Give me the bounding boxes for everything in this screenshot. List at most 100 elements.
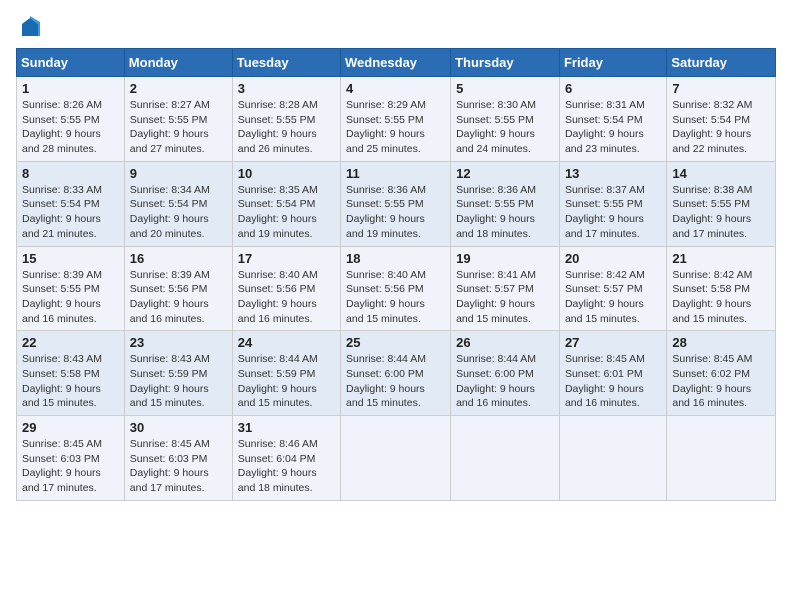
day-details: Sunrise: 8:40 AMSunset: 5:56 PMDaylight:… [346,268,445,327]
day-details: Sunrise: 8:42 AMSunset: 5:58 PMDaylight:… [672,268,770,327]
calendar-day-cell: 12 Sunrise: 8:36 AMSunset: 5:55 PMDaylig… [451,161,560,246]
calendar-table: SundayMondayTuesdayWednesdayThursdayFrid… [16,48,776,501]
calendar-week-row: 8 Sunrise: 8:33 AMSunset: 5:54 PMDayligh… [17,161,776,246]
day-number: 9 [130,166,227,181]
calendar-day-cell: 28 Sunrise: 8:45 AMSunset: 6:02 PMDaylig… [667,331,776,416]
calendar-day-cell: 8 Sunrise: 8:33 AMSunset: 5:54 PMDayligh… [17,161,125,246]
day-details: Sunrise: 8:45 AMSunset: 6:02 PMDaylight:… [672,352,770,411]
calendar-week-row: 15 Sunrise: 8:39 AMSunset: 5:55 PMDaylig… [17,246,776,331]
weekday-header: Wednesday [341,49,451,77]
day-details: Sunrise: 8:45 AMSunset: 6:03 PMDaylight:… [130,437,227,496]
weekday-header: Tuesday [232,49,340,77]
day-number: 27 [565,335,661,350]
day-details: Sunrise: 8:39 AMSunset: 5:56 PMDaylight:… [130,268,227,327]
logo-icon [18,16,42,40]
day-details: Sunrise: 8:39 AMSunset: 5:55 PMDaylight:… [22,268,119,327]
day-details: Sunrise: 8:28 AMSunset: 5:55 PMDaylight:… [238,98,335,157]
day-details: Sunrise: 8:43 AMSunset: 5:59 PMDaylight:… [130,352,227,411]
day-number: 25 [346,335,445,350]
day-number: 4 [346,81,445,96]
day-number: 17 [238,251,335,266]
weekday-header: Saturday [667,49,776,77]
calendar-day-cell: 16 Sunrise: 8:39 AMSunset: 5:56 PMDaylig… [124,246,232,331]
calendar-week-row: 29 Sunrise: 8:45 AMSunset: 6:03 PMDaylig… [17,416,776,501]
calendar-week-row: 1 Sunrise: 8:26 AMSunset: 5:55 PMDayligh… [17,77,776,162]
day-number: 31 [238,420,335,435]
page-header [16,16,776,40]
day-number: 7 [672,81,770,96]
calendar-day-cell: 21 Sunrise: 8:42 AMSunset: 5:58 PMDaylig… [667,246,776,331]
day-details: Sunrise: 8:36 AMSunset: 5:55 PMDaylight:… [346,183,445,242]
day-number: 19 [456,251,554,266]
calendar-day-cell: 27 Sunrise: 8:45 AMSunset: 6:01 PMDaylig… [559,331,666,416]
day-number: 21 [672,251,770,266]
day-number: 3 [238,81,335,96]
calendar-day-cell: 11 Sunrise: 8:36 AMSunset: 5:55 PMDaylig… [341,161,451,246]
calendar-day-cell: 14 Sunrise: 8:38 AMSunset: 5:55 PMDaylig… [667,161,776,246]
day-details: Sunrise: 8:38 AMSunset: 5:55 PMDaylight:… [672,183,770,242]
calendar-day-cell: 24 Sunrise: 8:44 AMSunset: 5:59 PMDaylig… [232,331,340,416]
calendar-day-cell: 19 Sunrise: 8:41 AMSunset: 5:57 PMDaylig… [451,246,560,331]
calendar-day-cell [341,416,451,501]
weekday-header: Monday [124,49,232,77]
day-number: 20 [565,251,661,266]
day-details: Sunrise: 8:44 AMSunset: 5:59 PMDaylight:… [238,352,335,411]
calendar-day-cell: 7 Sunrise: 8:32 AMSunset: 5:54 PMDayligh… [667,77,776,162]
day-details: Sunrise: 8:29 AMSunset: 5:55 PMDaylight:… [346,98,445,157]
day-details: Sunrise: 8:36 AMSunset: 5:55 PMDaylight:… [456,183,554,242]
day-number: 29 [22,420,119,435]
calendar-day-cell: 6 Sunrise: 8:31 AMSunset: 5:54 PMDayligh… [559,77,666,162]
weekday-header: Thursday [451,49,560,77]
calendar-day-cell: 10 Sunrise: 8:35 AMSunset: 5:54 PMDaylig… [232,161,340,246]
day-number: 1 [22,81,119,96]
day-details: Sunrise: 8:35 AMSunset: 5:54 PMDaylight:… [238,183,335,242]
day-details: Sunrise: 8:42 AMSunset: 5:57 PMDaylight:… [565,268,661,327]
weekday-header: Sunday [17,49,125,77]
calendar-day-cell: 18 Sunrise: 8:40 AMSunset: 5:56 PMDaylig… [341,246,451,331]
day-number: 18 [346,251,445,266]
day-details: Sunrise: 8:34 AMSunset: 5:54 PMDaylight:… [130,183,227,242]
calendar-day-cell: 20 Sunrise: 8:42 AMSunset: 5:57 PMDaylig… [559,246,666,331]
day-details: Sunrise: 8:27 AMSunset: 5:55 PMDaylight:… [130,98,227,157]
calendar-day-cell: 31 Sunrise: 8:46 AMSunset: 6:04 PMDaylig… [232,416,340,501]
calendar-day-cell: 25 Sunrise: 8:44 AMSunset: 6:00 PMDaylig… [341,331,451,416]
calendar-day-cell: 9 Sunrise: 8:34 AMSunset: 5:54 PMDayligh… [124,161,232,246]
calendar-week-row: 22 Sunrise: 8:43 AMSunset: 5:58 PMDaylig… [17,331,776,416]
day-details: Sunrise: 8:41 AMSunset: 5:57 PMDaylight:… [456,268,554,327]
day-number: 5 [456,81,554,96]
day-details: Sunrise: 8:44 AMSunset: 6:00 PMDaylight:… [346,352,445,411]
day-details: Sunrise: 8:44 AMSunset: 6:00 PMDaylight:… [456,352,554,411]
day-number: 16 [130,251,227,266]
calendar-day-cell [559,416,666,501]
day-details: Sunrise: 8:40 AMSunset: 5:56 PMDaylight:… [238,268,335,327]
calendar-day-cell: 22 Sunrise: 8:43 AMSunset: 5:58 PMDaylig… [17,331,125,416]
day-number: 26 [456,335,554,350]
calendar-day-cell: 23 Sunrise: 8:43 AMSunset: 5:59 PMDaylig… [124,331,232,416]
calendar-day-cell: 29 Sunrise: 8:45 AMSunset: 6:03 PMDaylig… [17,416,125,501]
day-number: 13 [565,166,661,181]
day-number: 12 [456,166,554,181]
calendar-day-cell: 4 Sunrise: 8:29 AMSunset: 5:55 PMDayligh… [341,77,451,162]
day-number: 23 [130,335,227,350]
calendar-day-cell: 26 Sunrise: 8:44 AMSunset: 6:00 PMDaylig… [451,331,560,416]
calendar-day-cell: 1 Sunrise: 8:26 AMSunset: 5:55 PMDayligh… [17,77,125,162]
day-details: Sunrise: 8:43 AMSunset: 5:58 PMDaylight:… [22,352,119,411]
day-number: 15 [22,251,119,266]
calendar-day-cell: 17 Sunrise: 8:40 AMSunset: 5:56 PMDaylig… [232,246,340,331]
day-details: Sunrise: 8:32 AMSunset: 5:54 PMDaylight:… [672,98,770,157]
day-details: Sunrise: 8:46 AMSunset: 6:04 PMDaylight:… [238,437,335,496]
day-details: Sunrise: 8:37 AMSunset: 5:55 PMDaylight:… [565,183,661,242]
calendar-day-cell: 2 Sunrise: 8:27 AMSunset: 5:55 PMDayligh… [124,77,232,162]
day-number: 24 [238,335,335,350]
weekday-header: Friday [559,49,666,77]
calendar-header-row: SundayMondayTuesdayWednesdayThursdayFrid… [17,49,776,77]
day-number: 22 [22,335,119,350]
calendar-day-cell: 13 Sunrise: 8:37 AMSunset: 5:55 PMDaylig… [559,161,666,246]
calendar-day-cell: 5 Sunrise: 8:30 AMSunset: 5:55 PMDayligh… [451,77,560,162]
calendar-day-cell: 3 Sunrise: 8:28 AMSunset: 5:55 PMDayligh… [232,77,340,162]
day-number: 8 [22,166,119,181]
day-details: Sunrise: 8:33 AMSunset: 5:54 PMDaylight:… [22,183,119,242]
day-details: Sunrise: 8:31 AMSunset: 5:54 PMDaylight:… [565,98,661,157]
day-details: Sunrise: 8:45 AMSunset: 6:01 PMDaylight:… [565,352,661,411]
day-number: 10 [238,166,335,181]
